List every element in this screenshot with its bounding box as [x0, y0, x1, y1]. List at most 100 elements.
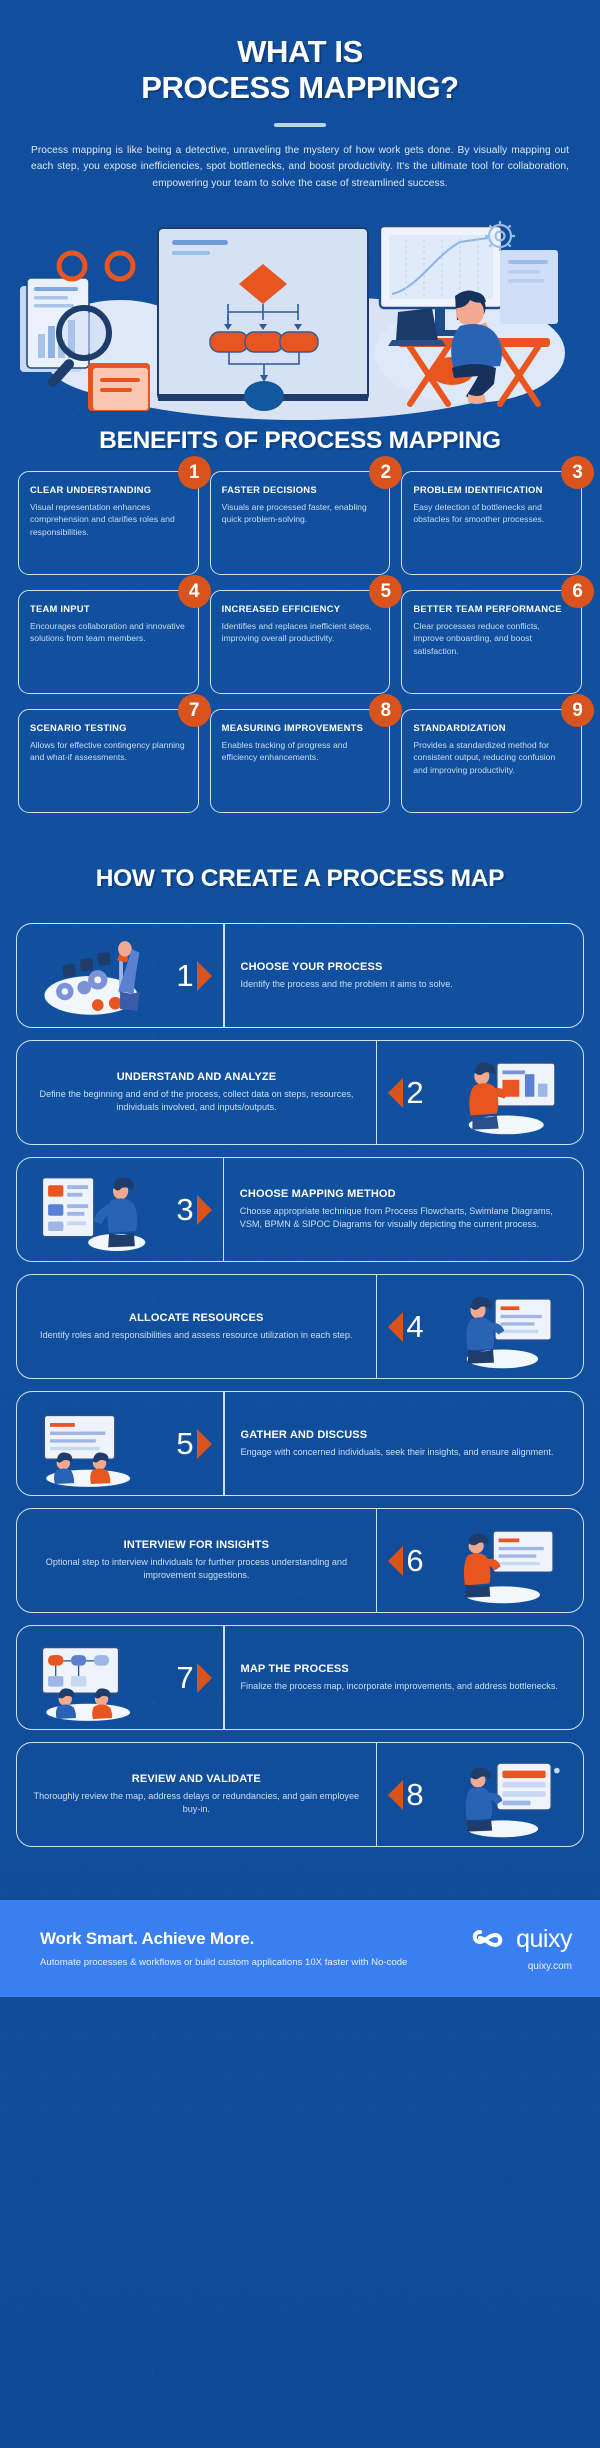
- step-number-value: 2: [406, 1074, 424, 1110]
- step-number: 8: [377, 1743, 435, 1846]
- quixy-logo-icon: [472, 1929, 503, 1947]
- chevron-left-icon: [388, 1311, 404, 1342]
- benefit-text: Allows for effective contingency plannin…: [30, 739, 185, 763]
- benefit-title: BETTER TEAM PERFORMANCE: [413, 603, 562, 615]
- chevron-left-icon: [388, 1077, 404, 1108]
- hero-description: Process mapping is like being a detectiv…: [31, 144, 569, 189]
- benefit-card: 3 PROBLEM IDENTIFICATION Easy detection …: [401, 456, 595, 576]
- benefit-number-badge: 9: [561, 694, 595, 728]
- step-title: CHOOSE MAPPING METHOD: [239, 1187, 396, 1200]
- step-number: 4: [377, 1275, 435, 1378]
- benefit-card: 7 SCENARIO TESTING Allows for effective …: [18, 694, 211, 814]
- chevron-right-icon: [196, 960, 212, 991]
- benefit-title: FASTER DECISIONS: [221, 484, 317, 496]
- review-validate-icon: [465, 1762, 560, 1838]
- chevron-right-icon: [196, 1428, 212, 1459]
- benefit-text: Enables tracking of progress and efficie…: [221, 739, 348, 763]
- interview-insights-icon: [463, 1530, 554, 1604]
- step-illustration: [435, 1275, 583, 1378]
- step-number: 7: [165, 1626, 223, 1729]
- benefit-text: Identifies and replaces inefficient step…: [221, 620, 372, 644]
- benefit-text: Easy detection of bottlenecks and obstac…: [413, 501, 545, 525]
- hero-illustration: [0, 208, 600, 423]
- step-content: MAP THE PROCESS Finalize the process map…: [225, 1626, 584, 1729]
- benefit-text: Visual representation enhances comprehen…: [30, 501, 175, 537]
- step-item: 7 MAP THE PROCESS Finalize the process m…: [16, 1625, 584, 1731]
- step-item: 6 INTERVIEW FOR INSIGHTS Optional step t…: [16, 1508, 584, 1614]
- step-illustration: [17, 1626, 165, 1729]
- step-item: 1 CHOOSE YOUR PROCESS Identify the proce…: [16, 923, 584, 1029]
- step-item: 2 UNDERSTAND AND ANALYZE Define the begi…: [16, 1040, 584, 1146]
- step-number: 3: [165, 1158, 223, 1261]
- benefit-text: Visuals are processed faster, enabling q…: [221, 501, 367, 525]
- benefit-card: 8 MEASURING IMPROVEMENTS Enables trackin…: [209, 694, 403, 814]
- benefits-section-title: BENEFITS OF PROCESS MAPPING: [99, 427, 501, 455]
- title-divider: [274, 122, 326, 127]
- benefit-title: INCREASED EFFICIENCY: [221, 603, 341, 615]
- step-text: Optional step to interview individuals f…: [45, 1556, 348, 1581]
- step-item: 4 ALLOCATE RESOURCES Identify roles and …: [16, 1274, 584, 1380]
- step-text: Identify roles and responsibilities and …: [40, 1329, 353, 1340]
- step-content: ALLOCATE RESOURCES Identify roles and re…: [17, 1275, 376, 1378]
- benefit-number-badge: 4: [177, 575, 211, 609]
- chevron-right-icon: [196, 1194, 212, 1225]
- benefit-number-badge: 2: [369, 456, 403, 490]
- mapping-method-icon: [41, 1176, 146, 1251]
- step-text: Thoroughly review the map, address delay…: [33, 1790, 360, 1815]
- steps-title-wrapper: HOW TO CREATE A PROCESS MAP: [0, 865, 600, 893]
- benefits-row: 4 TEAM INPUT Encourages collaboration an…: [18, 575, 595, 695]
- benefit-text: Clear processes reduce conflicts, improv…: [413, 620, 540, 656]
- brand-logo[interactable]: quixy: [471, 1925, 572, 1954]
- page-title-line-1: WHAT IS: [237, 34, 363, 69]
- step-illustration: [17, 1392, 165, 1495]
- benefits-row: 7 SCENARIO TESTING Allows for effective …: [18, 694, 595, 814]
- allocate-resources-icon: [466, 1296, 552, 1369]
- hero-section: WHAT IS PROCESS MAPPING? Process mapping…: [0, 0, 600, 192]
- step-illustration: [435, 1041, 583, 1144]
- step-content: UNDERSTAND AND ANALYZE Define the beginn…: [17, 1041, 376, 1144]
- benefit-number-badge: 5: [369, 575, 403, 609]
- step-content: CHOOSE MAPPING METHOD Choose appropriate…: [224, 1158, 583, 1261]
- benefit-title: CLEAR UNDERSTANDING: [30, 484, 152, 496]
- step-title: CHOOSE YOUR PROCESS: [240, 960, 383, 973]
- step-title: ALLOCATE RESOURCES: [128, 1311, 264, 1324]
- team-gears-icon: [44, 941, 140, 1015]
- step-number-value: 5: [176, 1425, 194, 1461]
- benefit-number-badge: 3: [561, 456, 595, 490]
- step-title: GATHER AND DISCUSS: [240, 1428, 368, 1441]
- step-text: Engage with concerned individuals, seek …: [240, 1446, 554, 1457]
- benefit-card: 2 FASTER DECISIONS Visuals are processed…: [209, 456, 403, 576]
- step-number-value: 7: [176, 1659, 194, 1695]
- step-title: MAP THE PROCESS: [240, 1662, 349, 1675]
- footer-message: Work Smart. Achieve More. Automate proce…: [40, 1929, 407, 1970]
- step-title: UNDERSTAND AND ANALYZE: [116, 1070, 277, 1083]
- infographic-page: WHAT IS PROCESS MAPPING? Process mapping…: [0, 0, 600, 2448]
- step-content: CHOOSE YOUR PROCESS Identify the process…: [225, 924, 584, 1027]
- steps-list: 1 CHOOSE YOUR PROCESS Identify the proce…: [0, 923, 600, 1848]
- step-illustration: [17, 924, 165, 1027]
- step-illustration: [17, 1158, 165, 1261]
- step-content: REVIEW AND VALIDATE Thoroughly review th…: [17, 1743, 376, 1846]
- footer-brand-block[interactable]: quixy quixy.com: [471, 1925, 572, 1972]
- benefit-card: 9 STANDARDIZATION Provides a standardize…: [401, 694, 595, 814]
- step-number-value: 4: [406, 1308, 424, 1344]
- step-item: 5 GATHER AND DISCUSS Engage with concern…: [16, 1391, 584, 1497]
- map-process-icon: [41, 1646, 131, 1721]
- benefit-card: 5 INCREASED EFFICIENCY Identifies and re…: [209, 575, 403, 695]
- footer: Work Smart. Achieve More. Automate proce…: [0, 1859, 600, 1998]
- footer-headline: Work Smart. Achieve More.: [40, 1928, 255, 1948]
- step-text: Define the beginning and end of the proc…: [39, 1088, 354, 1113]
- step-text: Finalize the process map, incorporate im…: [240, 1680, 558, 1691]
- benefit-title: MEASURING IMPROVEMENTS: [221, 722, 364, 734]
- brand-url[interactable]: quixy.com: [528, 1961, 572, 1972]
- step-content: INTERVIEW FOR INSIGHTS Optional step to …: [17, 1509, 376, 1612]
- step-illustration: [435, 1509, 583, 1612]
- benefit-card: 1 CLEAR UNDERSTANDING Visual representat…: [18, 456, 211, 576]
- benefit-number-badge: 7: [177, 694, 211, 728]
- step-content: GATHER AND DISCUSS Engage with concerned…: [225, 1392, 584, 1495]
- benefit-text: Encourages collaboration and innovative …: [30, 620, 185, 644]
- benefit-number-badge: 6: [561, 575, 595, 609]
- step-item: 8 REVIEW AND VALIDATE Thoroughly review …: [16, 1742, 584, 1848]
- step-item: 3 CHOOSE MAPPING METHOD Choose appropria…: [16, 1157, 584, 1263]
- step-illustration: [435, 1743, 583, 1846]
